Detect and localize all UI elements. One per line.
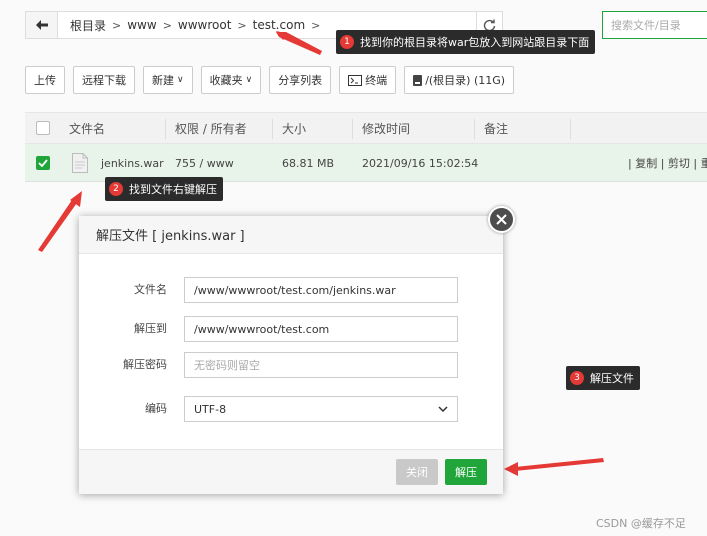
file-manager-page: 根目录 > www > wwwroot > test.com > 搜索文件/目录… [0,0,707,536]
breadcrumb-www[interactable]: www [121,18,162,32]
extract-to-row: 解压到 /www/wwwroot/test.com [79,316,503,342]
search-input[interactable]: 搜索文件/目录 [602,11,707,39]
dialog-title: 解压文件 [ jenkins.war ] [79,216,503,254]
chevron-down-icon: ∨ [177,75,184,85]
close-icon [496,214,507,225]
dialog-close-button[interactable] [488,206,515,233]
row-checkbox[interactable] [36,144,50,182]
chevron-right-icon: > [162,18,172,32]
arrow-left-icon [35,20,48,30]
toolbar: 上传 远程下载 新建 ∨ 收藏夹 ∨ 分享列表 终端 /(根目录) (11G) [25,66,515,94]
terminal-button[interactable]: 终端 [339,66,397,94]
password-row: 解压密码 无密码则留空 [79,352,503,378]
extract-button[interactable]: 解压 [445,459,487,485]
annotation-3: 3 解压文件 [566,366,640,390]
file-table-header: 文件名 权限 / 所有者 大小 修改时间 备注 [25,112,707,144]
filename-label: 文件名 [134,283,167,296]
terminal-icon [348,74,363,86]
column-note: 备注 [484,121,509,136]
watermark: CSDN @缓存不足 [596,517,686,530]
breadcrumb-wwwroot[interactable]: wwwroot [172,18,238,32]
chevron-right-icon: > [112,18,122,32]
breadcrumb-test-com[interactable]: test.com [247,18,312,32]
extract-dialog: 解压文件 [ jenkins.war ] 文件名 /www/wwwroot/te… [79,216,503,494]
row-actions[interactable]: | 复制 | 剪切 | 重 [628,144,707,182]
column-size[interactable]: 大小 [282,113,306,143]
column-filename[interactable]: 文件名 [69,113,105,143]
file-size: 68.81 MB [282,156,335,170]
file-icon [72,153,88,173]
upload-button[interactable]: 上传 [25,66,65,94]
encoding-row: 编码 UTF-8 [79,396,503,422]
close-button[interactable]: 关闭 [396,459,438,485]
back-button[interactable] [26,12,58,38]
encoding-select[interactable]: UTF-8 [184,396,458,422]
select-all-checkbox[interactable] [36,113,50,143]
column-permission[interactable]: 权限 / 所有者 [175,113,247,143]
chevron-down-icon: ∨ [245,75,253,85]
column-modified[interactable]: 修改时间 [362,113,410,143]
chevron-down-icon [438,406,448,412]
share-list-button[interactable]: 分享列表 [269,66,332,94]
password-field[interactable]: 无密码则留空 [184,352,458,378]
disk-button[interactable]: /(根目录) (11G) [404,66,515,94]
chevron-right-icon: > [311,18,321,32]
check-icon [38,159,48,167]
filename-row: 文件名 /www/wwwroot/test.com/jenkins.war [79,277,503,303]
extract-to-label: 解压到 [134,322,167,335]
annotation-2: 2 找到文件右键解压 [105,177,223,201]
file-modified: 2021/09/16 15:02:54 [362,156,479,170]
encoding-label: 编码 [145,402,167,415]
disk-icon [413,74,423,86]
favorites-button[interactable]: 收藏夹 ∨ [200,66,262,94]
annotation-1: 1 找到你的根目录将war包放入到网站跟目录下面 [336,30,596,54]
dialog-footer: 关闭 解压 [79,449,503,494]
remote-download-button[interactable]: 远程下载 [73,66,135,94]
new-button[interactable]: 新建 ∨ [143,66,193,94]
breadcrumb-root[interactable]: 根目录 [64,17,112,34]
chevron-right-icon: > [237,18,247,32]
password-label: 解压密码 [123,358,167,371]
extract-to-field[interactable]: /www/wwwroot/test.com [184,316,458,342]
filename-field[interactable]: /www/wwwroot/test.com/jenkins.war [184,277,458,303]
